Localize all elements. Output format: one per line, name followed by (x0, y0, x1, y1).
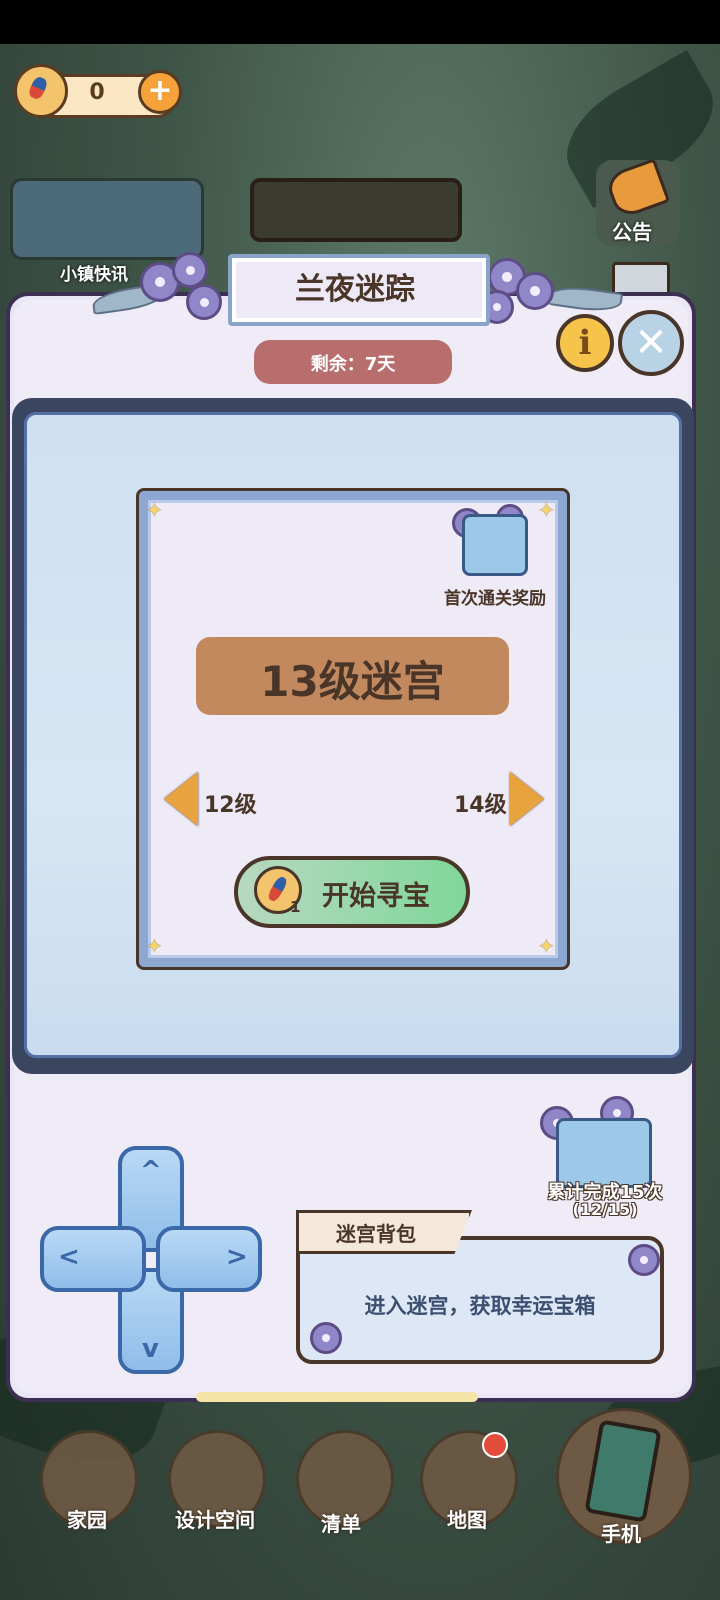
dpad-left-button[interactable] (40, 1226, 146, 1292)
flower-decoration (172, 252, 208, 288)
nav-phone-label[interactable]: 手机 (566, 1518, 676, 1547)
info-button[interactable]: i (556, 314, 614, 372)
star-icon: ✦ (538, 498, 555, 522)
maze-level-title: 13级迷宫 (260, 657, 445, 706)
prev-level-label[interactable]: 12级 (204, 787, 257, 819)
town-news-thumbnail[interactable] (10, 178, 204, 260)
next-level-label[interactable]: 14级 (454, 787, 507, 819)
currency-value: 0 (89, 80, 105, 105)
dpad-right-icon: > (226, 1242, 248, 1272)
notice-label: 公告 (612, 220, 652, 244)
dpad-down-icon: v (142, 1334, 159, 1364)
panel-tab-indicator (196, 1392, 478, 1402)
start-treasure-label[interactable]: 开始寻宝 (322, 874, 430, 913)
first-clear-reward-label: 首次通关奖励 (444, 589, 546, 609)
arrow-right-icon[interactable] (510, 772, 544, 826)
star-icon: ✦ (146, 498, 163, 522)
star-icon: ✦ (538, 934, 555, 958)
nav-map-label[interactable]: 地图 (412, 1504, 522, 1533)
flower-decoration (516, 272, 554, 310)
close-button[interactable]: ✕ (618, 310, 684, 376)
event-title: 兰夜迷踪 (295, 272, 415, 307)
backpack-description: 进入迷宫，获取幸运宝箱 (364, 1294, 596, 1318)
dpad-up-icon: ^ (140, 1156, 162, 1186)
dpad-left-icon: < (58, 1242, 80, 1272)
nav-home-label[interactable]: 家园 (32, 1504, 142, 1533)
add-currency-button[interactable]: + (138, 70, 182, 114)
nav-design-label[interactable]: 设计空间 (160, 1504, 270, 1533)
town-news-label: 小镇快讯 (60, 265, 128, 285)
nav-list-label[interactable]: 清单 (286, 1508, 396, 1537)
gift-chest-icon[interactable] (462, 514, 528, 576)
star-icon: ✦ (146, 934, 163, 958)
weather-widget (250, 178, 462, 242)
backpack-title: 迷宫背包 (336, 1222, 416, 1246)
status-bar (0, 0, 720, 44)
start-cost: 1 (290, 898, 301, 916)
arrow-left-icon[interactable] (164, 772, 198, 826)
flower-decoration (186, 284, 222, 320)
cumulative-reward-progress: (12/15) (572, 1200, 638, 1219)
flower-decoration (628, 1244, 660, 1276)
flower-decoration (310, 1322, 342, 1354)
compass-icon (14, 64, 68, 118)
notification-badge (482, 1432, 508, 1458)
remaining-time: 剩余：7天 (310, 354, 396, 375)
